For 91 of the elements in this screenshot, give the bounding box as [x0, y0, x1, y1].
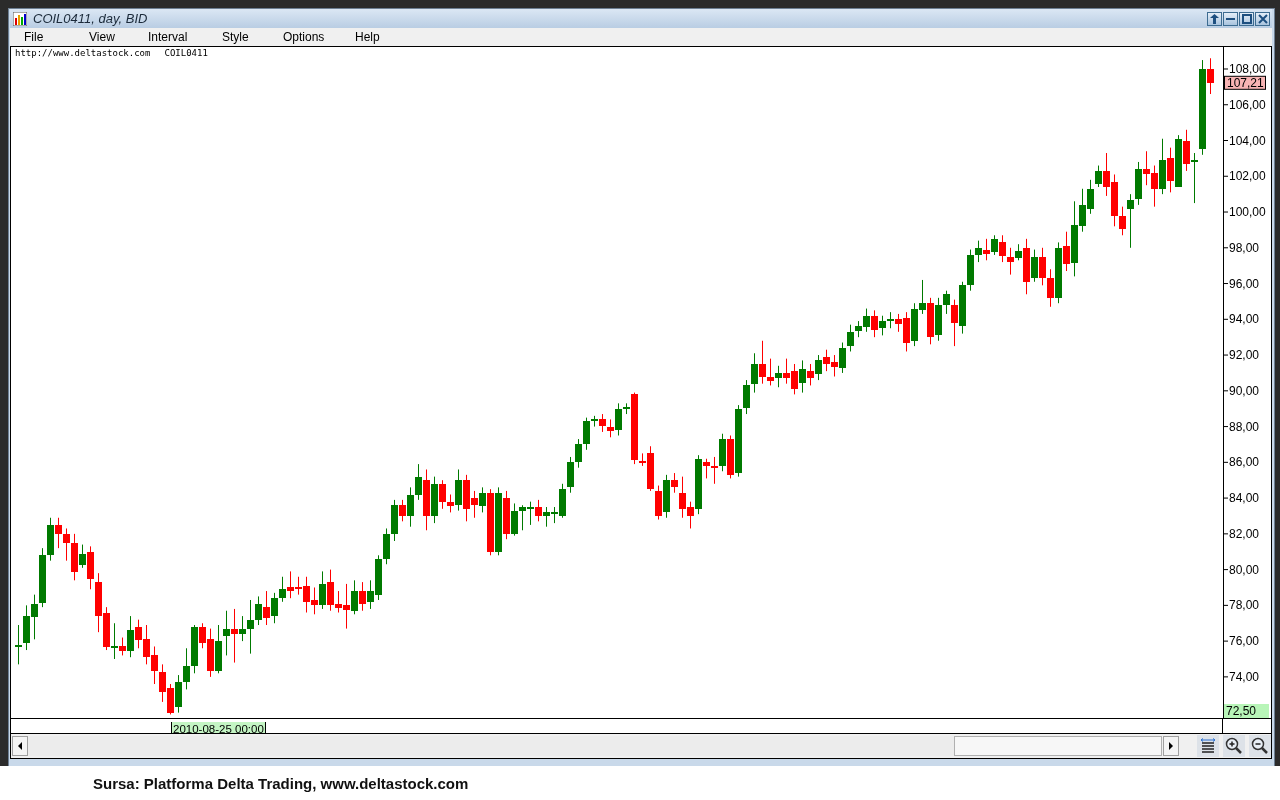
axis-tick-label: 82,00: [1229, 526, 1260, 541]
close-button[interactable]: [1255, 11, 1270, 26]
axis-tick-label: 76,00: [1229, 634, 1260, 649]
rising-candle: [111, 622, 118, 660]
right-triangle-icon: [1169, 742, 1174, 750]
rising-candle: [431, 476, 438, 524]
rising-candle: [1055, 241, 1062, 304]
scroll-left-button[interactable]: [12, 736, 28, 756]
falling-candle: [263, 590, 270, 626]
menu-item[interactable]: Interval: [148, 28, 222, 46]
falling-candle: [927, 297, 934, 345]
menu-item[interactable]: View: [89, 28, 148, 46]
axis-tick-label: 94,00: [1229, 312, 1260, 327]
falling-candle: [871, 309, 878, 338]
axis-tick-label: 74,00: [1229, 669, 1260, 684]
zoom-in-button[interactable]: [1223, 735, 1245, 757]
falling-candle: [231, 608, 238, 664]
zoom-in-icon: [1225, 737, 1243, 755]
axis-tick-label: 92,00: [1229, 348, 1260, 363]
falling-candle: [1167, 147, 1174, 193]
symbol-label: COIL0411: [164, 48, 208, 58]
close-icon: [1257, 13, 1268, 24]
zoom-out-button[interactable]: [1249, 735, 1271, 757]
axis-tick-label: 102,00: [1229, 169, 1266, 184]
zoom-out-icon: [1251, 737, 1269, 755]
rising-candle: [815, 354, 822, 381]
rising-candle: [799, 359, 806, 394]
falling-candle: [807, 363, 814, 386]
rising-candle: [1175, 134, 1182, 188]
axis-tick-label: 86,00: [1229, 455, 1260, 470]
falling-candle: [983, 238, 990, 261]
falling-candle: [423, 469, 430, 531]
axis-tick-label: 96,00: [1229, 276, 1260, 291]
rising-candle: [79, 544, 86, 569]
falling-candle: [119, 637, 126, 656]
menu-item[interactable]: Help: [355, 28, 395, 46]
falling-candle: [727, 435, 734, 479]
rising-candle: [351, 579, 358, 615]
source-caption: Sursa: Platforma Delta Trading, www.deltastock.com: [93, 774, 469, 792]
source-url: http://www.deltastock.com: [15, 48, 151, 58]
axis-tick-label: 106,00: [1229, 97, 1266, 112]
axis-tick-label: 108,00: [1229, 62, 1266, 76]
up-arrow-button[interactable]: [1207, 11, 1222, 26]
up-arrow-icon: [1210, 13, 1219, 24]
axis-tick-label: 100,00: [1229, 205, 1266, 219]
rising-candle: [127, 615, 134, 658]
window-title: COIL0411, day, BID: [33, 11, 149, 26]
maximize-button[interactable]: [1239, 11, 1254, 26]
rising-candle: [663, 474, 670, 519]
fit-width-button[interactable]: [1197, 735, 1219, 757]
falling-candle: [535, 499, 542, 522]
list-icon: [1200, 738, 1216, 754]
menu-item[interactable]: File: [24, 28, 89, 46]
falling-candle: [1023, 238, 1030, 295]
falling-candle: [1207, 57, 1214, 95]
rising-candle: [495, 486, 502, 556]
rising-candle: [319, 570, 326, 610]
rising-candle: [719, 433, 726, 472]
axis-tick-label: 80,00: [1229, 562, 1260, 577]
axis-tick-label: 78,00: [1229, 598, 1260, 613]
falling-candle: [1063, 231, 1070, 272]
falling-candle: [399, 499, 406, 522]
rising-candle: [695, 454, 702, 515]
rising-candle: [479, 486, 486, 513]
falling-candle: [359, 581, 366, 612]
rising-candle: [1159, 138, 1166, 195]
axis-tick-label: 88,00: [1229, 419, 1260, 434]
rising-candle: [1031, 249, 1038, 283]
falling-candle: [503, 490, 510, 540]
left-triangle-icon: [18, 742, 22, 750]
axis-tick-label: 84,00: [1229, 491, 1260, 506]
rising-candle: [455, 469, 462, 512]
maximize-icon: [1241, 13, 1252, 24]
low-price-label: 72,50: [1224, 704, 1269, 718]
axis-tick-label: 104,00: [1229, 133, 1266, 148]
current-price-label: 107,21: [1224, 75, 1266, 91]
minimize-button[interactable]: [1223, 11, 1238, 26]
scroll-right-button[interactable]: [1163, 736, 1179, 756]
bar-chart-icon: [13, 11, 27, 26]
axis-tick-label: 98,00: [1229, 240, 1260, 255]
rising-candle: [775, 365, 782, 388]
falling-candle: [1183, 129, 1190, 172]
menu-item[interactable]: Style: [222, 28, 283, 46]
rising-candle: [1015, 243, 1022, 261]
axis-tick-label: 90,00: [1229, 383, 1260, 398]
scroll-thumb[interactable]: [953, 736, 1163, 756]
menu-item[interactable]: Options: [283, 28, 355, 46]
falling-candle: [951, 299, 958, 347]
rising-candle: [991, 234, 998, 256]
falling-candle: [487, 488, 494, 556]
minimize-icon: [1226, 17, 1235, 20]
